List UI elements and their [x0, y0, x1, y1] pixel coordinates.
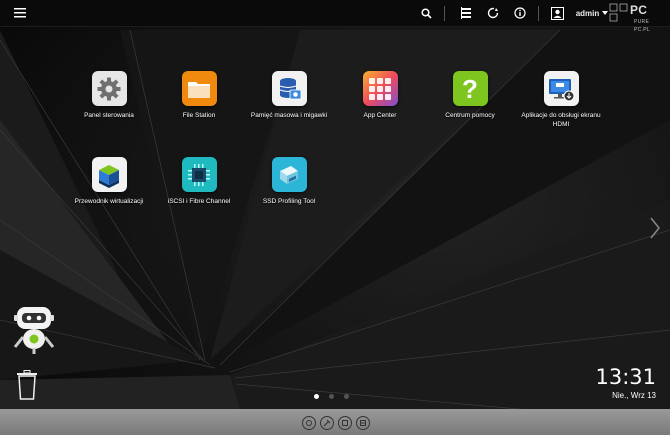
refresh-icon[interactable]: [485, 0, 501, 26]
app-label: Przewodnik wirtualizacji: [74, 198, 144, 205]
app-grid-icon: [362, 71, 398, 106]
page-dot-3[interactable]: [344, 394, 349, 399]
storage-icon: [271, 71, 307, 106]
app-storage-snapshots[interactable]: Pamięć masowa i migawki: [249, 71, 329, 120]
app-label: iSCSI i Fibre Channel: [167, 198, 231, 205]
page-dot-2[interactable]: [329, 394, 334, 399]
app-file-station[interactable]: File Station: [159, 71, 239, 120]
app-control-panel[interactable]: Panel sterowania: [69, 71, 149, 120]
username-label: admin: [575, 8, 600, 18]
search-icon[interactable]: [418, 0, 434, 26]
app-app-center[interactable]: App Center: [340, 71, 420, 120]
folder-icon: [181, 71, 217, 106]
clock-time: 13:31: [595, 365, 656, 389]
iscsi-chip-icon: [181, 157, 217, 192]
app-label: Centrum pomocy: [445, 112, 495, 119]
purepc-logo: PC PURE PC.PL: [608, 1, 666, 37]
bottom-dock: [0, 409, 670, 435]
app-ssd-profiling-tool[interactable]: SSD Profiling Tool: [249, 157, 329, 206]
pagination: [314, 394, 349, 399]
app-virtualization-guide[interactable]: Przewodnik wirtualizacji: [69, 157, 149, 206]
robot-assistant-icon[interactable]: [13, 305, 57, 360]
help-icon: ?: [452, 71, 488, 106]
dock-3-icon[interactable]: [338, 416, 352, 430]
user-menu-button[interactable]: admin: [575, 0, 609, 26]
page-dot-1[interactable]: [314, 394, 319, 399]
dock-2-icon[interactable]: [320, 416, 334, 430]
top-bar: admin PC PURE PC.PL: [0, 0, 670, 33]
app-help-center[interactable]: ? Centrum pomocy: [430, 71, 510, 120]
info-icon[interactable]: [512, 0, 528, 26]
trash-icon[interactable]: [16, 370, 38, 405]
hamburger-icon[interactable]: [10, 0, 30, 26]
app-label: SSD Profiling Tool: [262, 198, 316, 205]
app-iscsi-fibre-channel[interactable]: iSCSI i Fibre Channel: [159, 157, 239, 206]
app-label: Aplikacje do obsługi ekranu HDMI: [521, 112, 601, 128]
dock-1-icon[interactable]: [302, 416, 316, 430]
user-icon[interactable]: [549, 0, 565, 26]
clock-date: Nie., Wrz 13: [612, 391, 656, 400]
app-hdmi-display[interactable]: Aplikacje do obsługi ekranu HDMI: [521, 71, 601, 129]
dock-4-icon[interactable]: [356, 416, 370, 430]
gear-icon: [91, 71, 127, 106]
desktop-wallpaper: [0, 0, 670, 435]
tasks-icon[interactable]: [458, 0, 474, 26]
app-label: Pamięć masowa i migawki: [250, 112, 328, 119]
hdmi-monitor-icon: [543, 71, 579, 106]
svg-text:?: ?: [462, 76, 478, 102]
next-page-arrow-icon[interactable]: [649, 216, 661, 245]
app-label: Panel sterowania: [84, 112, 134, 119]
app-label: App Center: [363, 112, 397, 119]
virtualization-icon: [91, 157, 127, 192]
ssd-icon: [271, 157, 307, 192]
app-label: File Station: [182, 112, 216, 119]
